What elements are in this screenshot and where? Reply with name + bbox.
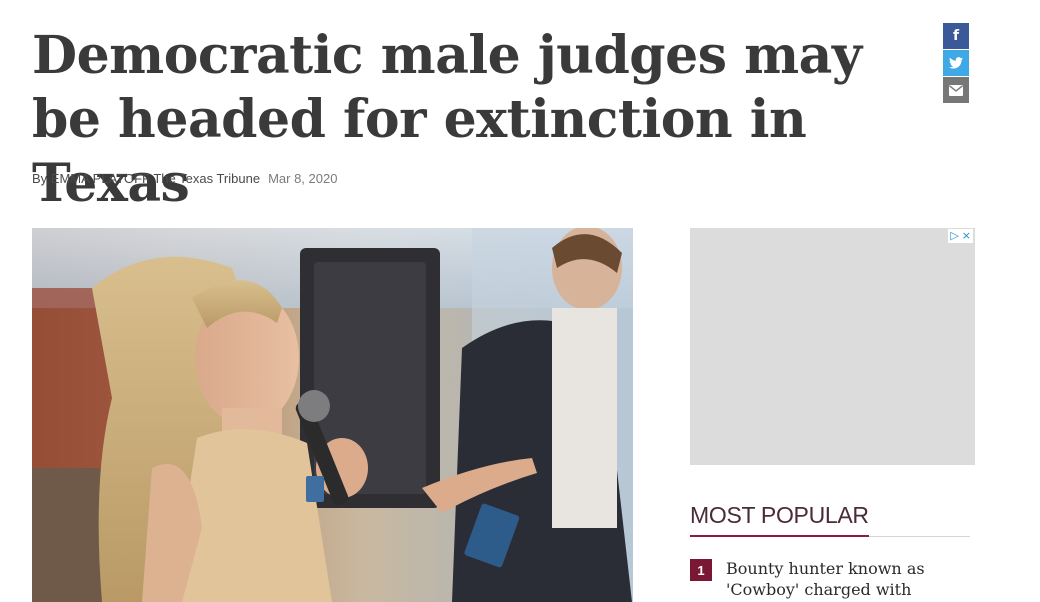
most-popular-section: MOST POPULAR 1 Bounty hunter known as 'C… — [690, 500, 970, 602]
email-share-button[interactable] — [943, 77, 969, 103]
facebook-share-button[interactable]: f — [943, 23, 969, 49]
most-popular-rank-badge: 1 — [690, 559, 712, 581]
ad-choices-icon[interactable]: ▷ — [950, 229, 958, 243]
share-bar: f — [943, 23, 969, 104]
twitter-icon — [949, 57, 963, 69]
byline-author[interactable]: By EMMA PLATOFF The Texas Tribune — [32, 171, 260, 186]
ad-slot[interactable]: ▷ × — [690, 228, 975, 465]
most-popular-link[interactable]: Bounty hunter known as 'Cowboy' charged … — [726, 558, 966, 602]
ad-choices-badge[interactable]: ▷ × — [948, 229, 973, 243]
envelope-icon — [949, 84, 963, 96]
ad-close-icon[interactable]: × — [962, 229, 971, 243]
most-popular-item[interactable]: 1 Bounty hunter known as 'Cowboy' charge… — [690, 558, 970, 602]
article-photo — [32, 228, 633, 602]
twitter-share-button[interactable] — [943, 50, 969, 76]
byline-date: Mar 8, 2020 — [268, 171, 338, 186]
facebook-icon: f — [952, 28, 960, 44]
article-headline: Democratic male judges may be headed for… — [32, 25, 862, 214]
most-popular-title: MOST POPULAR — [690, 500, 869, 537]
photo-woman-speaking-microphone — [32, 228, 633, 602]
byline: By EMMA PLATOFF The Texas Tribune Mar 8, … — [32, 171, 337, 186]
